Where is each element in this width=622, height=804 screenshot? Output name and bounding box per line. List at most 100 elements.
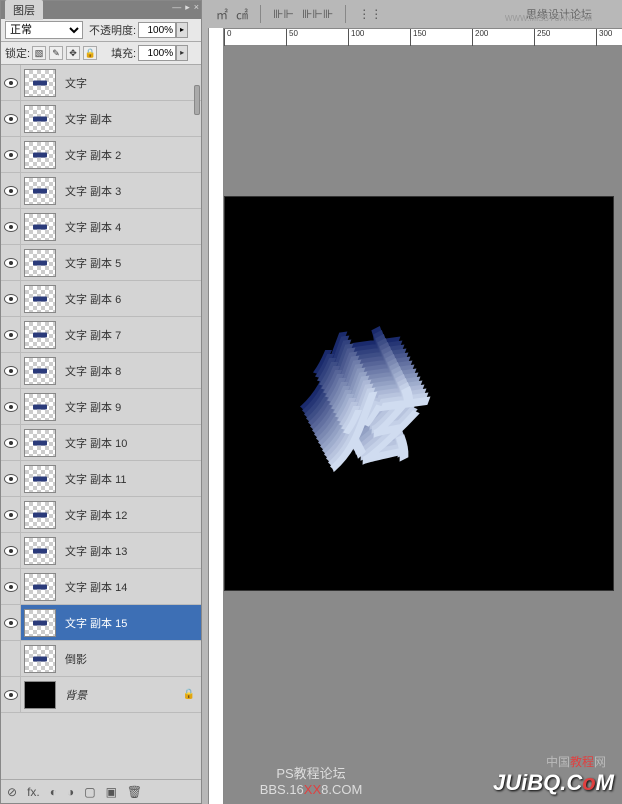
- misc-icon[interactable]: ⋮⋮: [358, 7, 382, 21]
- layer-row[interactable]: 倒影: [1, 641, 201, 677]
- layer-row[interactable]: 文字 副本: [1, 101, 201, 137]
- layer-name-label[interactable]: 文字 副本 14: [65, 579, 127, 595]
- align-icon[interactable]: ㎡: [216, 6, 228, 23]
- layer-row[interactable]: 文字 副本 10: [1, 425, 201, 461]
- ruler-horizontal[interactable]: 050100150200250300: [224, 28, 622, 46]
- visibility-toggle[interactable]: [1, 353, 21, 388]
- lock-position-icon[interactable]: ✥: [66, 46, 80, 60]
- close-icon[interactable]: ×: [194, 2, 199, 13]
- fx-icon[interactable]: fx.: [27, 785, 40, 799]
- layer-name-label[interactable]: 文字 副本 8: [65, 363, 121, 379]
- visibility-toggle[interactable]: [1, 677, 21, 712]
- layer-thumbnail[interactable]: [21, 317, 59, 352]
- lock-transparent-icon[interactable]: ▧: [32, 46, 46, 60]
- layer-name-label[interactable]: 文字 副本 13: [65, 543, 127, 559]
- layer-thumbnail[interactable]: [21, 281, 59, 316]
- distribute-icon-1[interactable]: ⊪⊩: [273, 7, 294, 21]
- visibility-toggle[interactable]: [1, 389, 21, 424]
- layer-name-label[interactable]: 文字 副本 3: [65, 183, 121, 199]
- visibility-toggle[interactable]: [1, 101, 21, 136]
- visibility-toggle[interactable]: [1, 209, 21, 244]
- visibility-toggle[interactable]: [1, 137, 21, 172]
- layer-row[interactable]: 文字 副本 13: [1, 533, 201, 569]
- lock-all-icon[interactable]: 🔒: [83, 46, 97, 60]
- layer-thumbnail[interactable]: [21, 209, 59, 244]
- layer-name-label[interactable]: 文字: [65, 75, 87, 91]
- fill-input[interactable]: [138, 45, 176, 61]
- layer-thumbnail[interactable]: [21, 425, 59, 460]
- visibility-toggle[interactable]: [1, 281, 21, 316]
- layer-thumbnail[interactable]: [21, 677, 59, 712]
- collapse-icon[interactable]: ▸: [185, 2, 190, 13]
- layer-name-label[interactable]: 倒影: [65, 651, 87, 667]
- layer-thumbnail[interactable]: [21, 173, 59, 208]
- layer-thumbnail[interactable]: [21, 245, 59, 280]
- visibility-toggle[interactable]: [1, 425, 21, 460]
- layer-name-label[interactable]: 文字 副本 9: [65, 399, 121, 415]
- layer-name-label[interactable]: 文字 副本 2: [65, 147, 121, 163]
- layer-row[interactable]: 背景🔒: [1, 677, 201, 713]
- layer-name-label[interactable]: 文字 副本 12: [65, 507, 127, 523]
- layer-thumbnail[interactable]: [21, 605, 59, 640]
- opacity-input[interactable]: [138, 22, 176, 38]
- lock-image-icon[interactable]: ✎: [49, 46, 63, 60]
- link-layers-icon[interactable]: ⊘: [7, 785, 17, 799]
- scrollbar-thumb[interactable]: [194, 85, 200, 115]
- canvas-area[interactable]: 炫炫炫炫炫炫炫炫炫炫炫炫炫炫炫炫: [224, 46, 622, 804]
- visibility-toggle[interactable]: [1, 605, 21, 640]
- layer-thumbnail[interactable]: [21, 569, 59, 604]
- layer-name-label[interactable]: 文字 副本 4: [65, 219, 121, 235]
- distribute-icon-2[interactable]: ⊪⊩⊪: [302, 7, 333, 21]
- opacity-dropdown-arrow[interactable]: ▸: [176, 22, 188, 38]
- layer-name-label[interactable]: 文字 副本 5: [65, 255, 121, 271]
- layer-row[interactable]: 文字 副本 2: [1, 137, 201, 173]
- layer-row[interactable]: 文字 副本 11: [1, 461, 201, 497]
- group-icon[interactable]: ▢: [84, 785, 95, 799]
- layer-row[interactable]: 文字 副本 4: [1, 209, 201, 245]
- layer-thumbnail[interactable]: [21, 389, 59, 424]
- layer-row[interactable]: 文字: [1, 65, 201, 101]
- align-icon-2[interactable]: ㎠: [236, 6, 248, 23]
- layer-row[interactable]: 文字 副本 15: [1, 605, 201, 641]
- layer-thumbnail[interactable]: [21, 641, 59, 676]
- visibility-toggle[interactable]: [1, 533, 21, 568]
- layer-name-label[interactable]: 文字 副本 11: [65, 471, 127, 487]
- layer-name-label[interactable]: 文字 副本 6: [65, 291, 121, 307]
- layer-thumbnail[interactable]: [21, 137, 59, 172]
- fill-dropdown-arrow[interactable]: ▸: [176, 45, 188, 61]
- layer-thumbnail[interactable]: [21, 353, 59, 388]
- ruler-vertical[interactable]: [208, 28, 224, 804]
- layer-name-label[interactable]: 文字 副本 15: [65, 615, 127, 631]
- visibility-toggle[interactable]: [1, 461, 21, 496]
- layer-name-label[interactable]: 文字 副本: [65, 111, 112, 127]
- layer-thumbnail[interactable]: [21, 533, 59, 568]
- visibility-toggle[interactable]: [1, 65, 21, 100]
- layer-row[interactable]: 文字 副本 6: [1, 281, 201, 317]
- layer-name-label[interactable]: 文字 副本 10: [65, 435, 127, 451]
- layer-name-label[interactable]: 文字 副本 7: [65, 327, 121, 343]
- layer-row[interactable]: 文字 副本 5: [1, 245, 201, 281]
- layer-row[interactable]: 文字 副本 9: [1, 389, 201, 425]
- layer-row[interactable]: 文字 副本 3: [1, 173, 201, 209]
- layer-thumbnail[interactable]: [21, 101, 59, 136]
- blend-mode-select[interactable]: 正常: [5, 21, 83, 39]
- layer-thumbnail[interactable]: [21, 497, 59, 532]
- panel-tab-layers[interactable]: 图层: [5, 0, 43, 20]
- layer-row[interactable]: 文字 副本 8: [1, 353, 201, 389]
- visibility-toggle[interactable]: [1, 569, 21, 604]
- visibility-toggle[interactable]: [1, 497, 21, 532]
- visibility-toggle[interactable]: [1, 317, 21, 352]
- visibility-toggle[interactable]: [1, 641, 21, 676]
- trash-icon[interactable]: 🗑: [127, 785, 142, 799]
- minimize-icon[interactable]: —: [172, 2, 181, 13]
- layer-row[interactable]: 文字 副本 7: [1, 317, 201, 353]
- layer-row[interactable]: 文字 副本 12: [1, 497, 201, 533]
- layer-thumbnail[interactable]: [21, 461, 59, 496]
- artboard[interactable]: 炫炫炫炫炫炫炫炫炫炫炫炫炫炫炫炫: [224, 196, 614, 591]
- visibility-toggle[interactable]: [1, 245, 21, 280]
- new-layer-icon[interactable]: ▣: [106, 785, 117, 799]
- adjustment-icon[interactable]: ◑: [67, 785, 74, 799]
- layer-thumbnail[interactable]: [21, 65, 59, 100]
- layer-name-label[interactable]: 背景: [65, 687, 87, 703]
- visibility-toggle[interactable]: [1, 173, 21, 208]
